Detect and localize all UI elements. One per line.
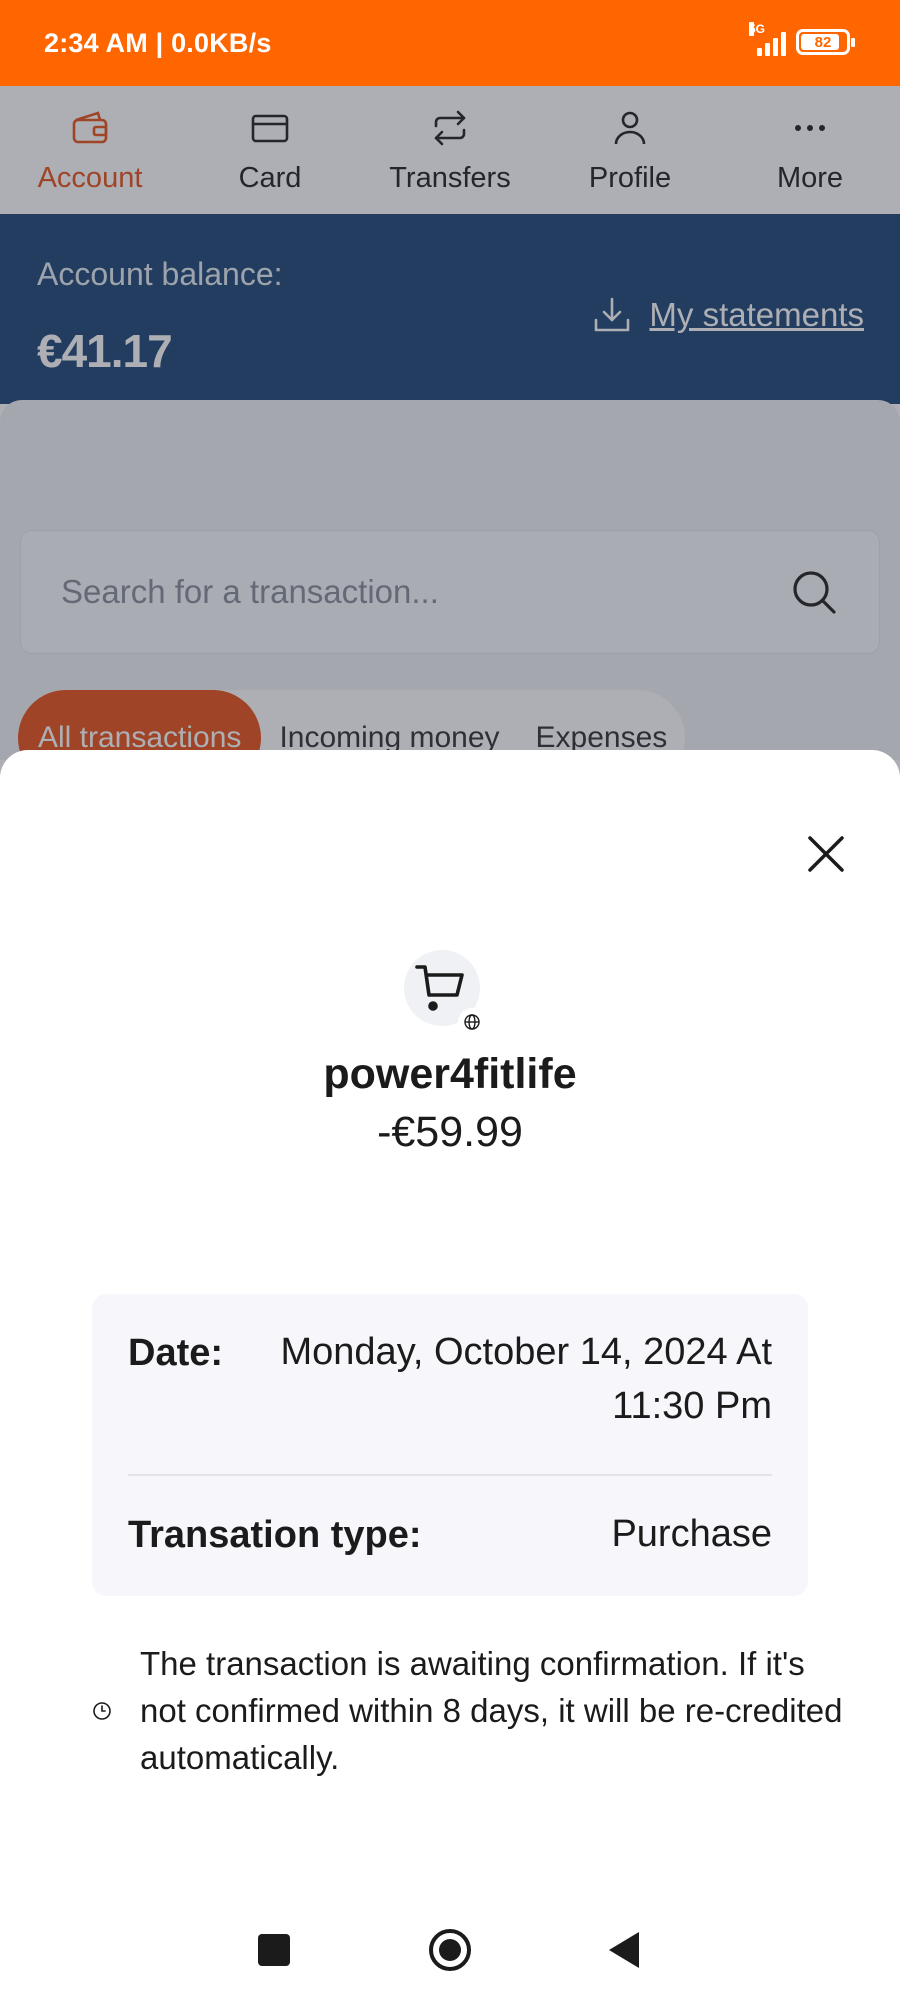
date-label: Date:: [128, 1332, 224, 1374]
battery-level: 82: [814, 33, 832, 51]
globe-badge: [458, 1008, 486, 1036]
notice-text: The transaction is awaiting confirmation…: [140, 1645, 843, 1776]
system-nav-bar: [0, 1900, 900, 2000]
network-type: 5G: [749, 22, 766, 36]
detail-row-date: Date: Monday, October 14, 2024 At 11:30 …: [128, 1294, 772, 1476]
detail-row-type: Transation type: Purchase: [128, 1476, 772, 1561]
status-time: 2:34 AM | 0.0KB/s: [44, 27, 272, 58]
home-icon[interactable]: [427, 1927, 473, 1973]
clock-icon: [93, 1701, 111, 1720]
back-icon[interactable]: [603, 1927, 649, 1973]
transaction-amount: -€59.99: [377, 1108, 523, 1156]
merchant-name: power4fitlife: [323, 1050, 577, 1098]
signal-icon: 5G: [749, 22, 786, 56]
merchant-avatar: [404, 950, 486, 1036]
pending-notice: The transaction is awaiting confirmation…: [92, 1640, 852, 1781]
globe-icon: [464, 1014, 480, 1030]
close-icon[interactable]: [802, 830, 850, 878]
battery-icon: 82: [796, 29, 855, 55]
transaction-detail-sheet: power4fitlife -€59.99 Date: Monday, Octo…: [0, 750, 900, 2000]
status-bar: 2:34 AM | 0.0KB/s 5G 82: [0, 0, 900, 86]
type-label: Transation type:: [128, 1514, 422, 1556]
recent-apps-icon[interactable]: [251, 1927, 297, 1973]
date-value: Monday, October 14, 2024 At 11:30 Pm: [280, 1331, 773, 1427]
status-indicators: 5G 82: [749, 22, 855, 56]
type-value: Purchase: [611, 1513, 772, 1555]
cart-icon: [415, 965, 464, 1011]
app-screen: 2:34 AM | 0.0KB/s 5G 82 Account Card Tra…: [0, 0, 900, 2000]
transaction-details-card: Date: Monday, October 14, 2024 At 11:30 …: [92, 1294, 808, 1596]
